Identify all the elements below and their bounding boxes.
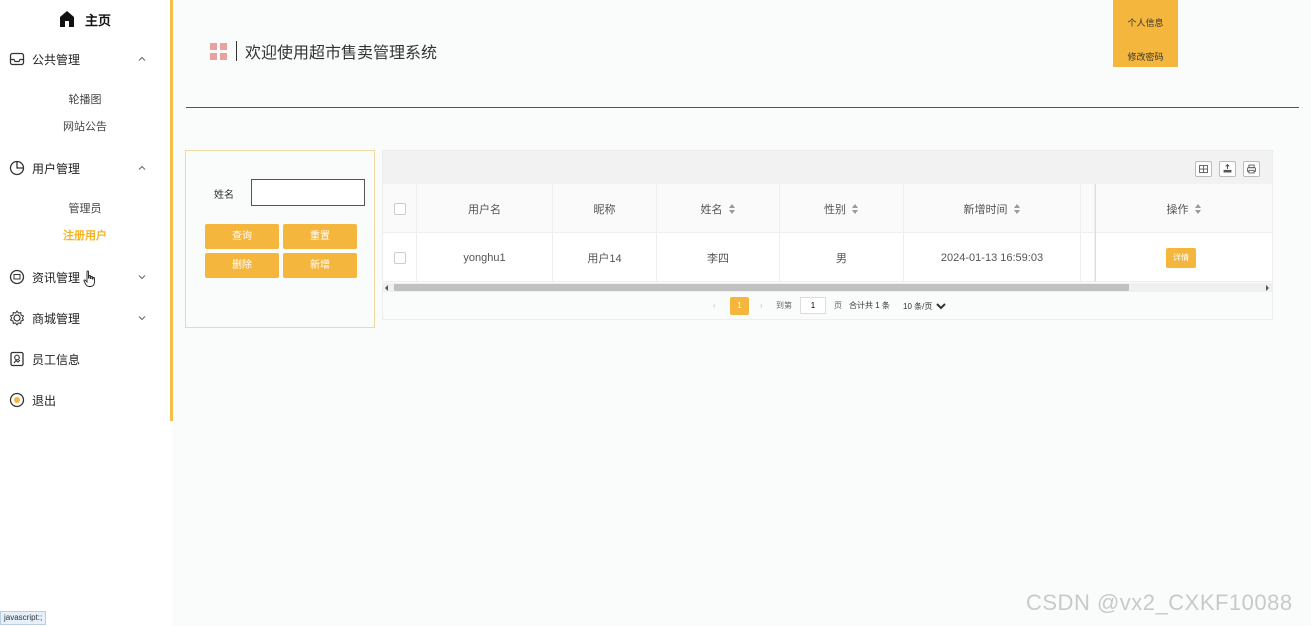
profile-button[interactable]: 个人信息 <box>1113 16 1178 29</box>
chevron-up-icon <box>138 56 146 61</box>
grid-icon <box>210 42 227 60</box>
sidebar: 主页 公共管理 轮播图 网站公告 用户管理 管理员 注册用户 资讯管理 商城管理… <box>0 0 173 421</box>
cell-actions: 详情 <box>1095 233 1272 282</box>
sort-icon[interactable] <box>1194 203 1202 214</box>
column-header-nickname: 昵称 <box>553 184 657 233</box>
badge-icon <box>10 351 24 367</box>
goto-label: 到第 <box>776 301 792 310</box>
sidebar-item-carousel[interactable]: 轮播图 <box>0 91 170 107</box>
hand-cursor-icon <box>83 270 95 287</box>
chevron-up-icon <box>138 165 146 170</box>
page-suffix: 页 <box>834 301 842 310</box>
cell-nickname: 用户14 <box>553 233 657 282</box>
menu-group-label: 资讯管理 <box>32 270 81 285</box>
menu-group-label: 退出 <box>32 393 57 408</box>
column-header-gender[interactable]: 性别 <box>780 184 904 233</box>
prev-page-icon[interactable]: ‹ <box>713 297 716 315</box>
home-link[interactable]: 主页 <box>0 0 170 38</box>
menu-group-public[interactable]: 公共管理 <box>0 49 170 69</box>
column-header-actions[interactable]: 操作 <box>1095 184 1272 233</box>
user-menu: 个人信息 修改密码 <box>1113 0 1178 67</box>
sidebar-item-registered-users[interactable]: 注册用户 <box>0 227 170 243</box>
menu-group-label: 商城管理 <box>32 311 81 326</box>
page-title: 欢迎使用超市售卖管理系统 <box>245 45 438 62</box>
home-label: 主页 <box>84 12 111 28</box>
menu-group-mall[interactable]: 商城管理 <box>0 308 170 328</box>
table-header: 用户名 昵称 姓名 性别 新增时间 操作 <box>383 184 1272 233</box>
row-select-cell <box>383 233 417 282</box>
scroll-left-icon[interactable] <box>385 285 388 291</box>
sort-icon[interactable] <box>1013 203 1021 214</box>
header-divider <box>186 107 1299 108</box>
column-label: 昵称 <box>593 203 616 216</box>
page-size-select[interactable]: 10 条/页 <box>899 297 949 315</box>
total-count: 合计共 1 条 <box>849 301 890 310</box>
column-header-created[interactable]: 新增时间 <box>904 184 1081 233</box>
title-separator <box>236 41 237 61</box>
watermark: CSDN @vx2_CXKF10088 <box>1026 590 1293 615</box>
menu-group-label: 公共管理 <box>32 52 81 67</box>
power-icon <box>9 392 25 408</box>
sort-icon[interactable] <box>728 203 736 214</box>
scrollbar-thumb[interactable] <box>394 284 1129 291</box>
column-header-username: 用户名 <box>417 184 553 233</box>
delete-button[interactable]: 删除 <box>205 253 279 278</box>
name-search-input[interactable] <box>251 179 365 206</box>
menu-group-logout[interactable]: 退出 <box>0 390 170 410</box>
detail-button[interactable]: 详情 <box>1166 247 1196 268</box>
column-label: 操作 <box>1166 203 1189 216</box>
name-field-label: 姓名 <box>214 190 234 201</box>
scroll-right-icon[interactable] <box>1266 285 1269 291</box>
cell-created: 2024-01-13 16:59:03 <box>904 233 1081 282</box>
menu-group-label: 员工信息 <box>32 352 81 367</box>
column-label: 姓名 <box>700 203 723 216</box>
columns-icon[interactable] <box>1195 161 1212 177</box>
query-button[interactable]: 查询 <box>205 224 279 249</box>
message-icon <box>9 269 25 285</box>
cell-gender: 男 <box>780 233 904 282</box>
change-password-button[interactable]: 修改密码 <box>1113 50 1178 63</box>
column-label: 性别 <box>824 203 846 216</box>
select-all-checkbox[interactable] <box>393 202 406 215</box>
row-checkbox[interactable] <box>393 251 406 264</box>
home-icon <box>59 11 74 27</box>
column-label: 用户名 <box>468 203 501 216</box>
current-page[interactable]: 1 <box>730 297 749 315</box>
pie-chart-icon <box>9 160 25 176</box>
add-button[interactable]: 新增 <box>283 253 357 278</box>
chevron-down-icon <box>138 275 146 280</box>
menu-group-staff[interactable]: 员工信息 <box>0 349 170 369</box>
print-icon[interactable] <box>1243 161 1260 177</box>
menu-group-label: 用户管理 <box>32 161 81 176</box>
main-content: 欢迎使用超市售卖管理系统 个人信息 修改密码 姓名 查询 重置 删除 新增 用户… <box>173 0 1311 626</box>
cell-spacer <box>1081 233 1095 282</box>
goto-page-input[interactable] <box>800 297 826 314</box>
export-icon[interactable] <box>1219 161 1236 177</box>
search-panel: 姓名 查询 重置 删除 新增 <box>185 150 375 328</box>
next-page-icon[interactable]: › <box>760 297 763 315</box>
table-row: yonghu1 用户14 李四 男 2024-01-13 16:59:03 详情 <box>383 233 1272 282</box>
cell-username: yonghu1 <box>417 233 553 282</box>
chevron-down-icon <box>138 316 146 321</box>
cell-name: 李四 <box>657 233 780 282</box>
sidebar-item-announcement[interactable]: 网站公告 <box>0 118 170 134</box>
data-table-panel: 用户名 昵称 姓名 性别 新增时间 操作 yonghu1 用户14 李四 男 2… <box>382 150 1273 320</box>
gear-icon <box>9 310 25 326</box>
horizontal-scrollbar[interactable] <box>383 283 1272 292</box>
column-header-name[interactable]: 姓名 <box>657 184 780 233</box>
menu-group-users[interactable]: 用户管理 <box>0 158 170 178</box>
sidebar-item-admin[interactable]: 管理员 <box>0 200 170 216</box>
select-all-cell <box>383 184 417 233</box>
table-toolbar <box>383 151 1272 184</box>
inbox-icon <box>9 52 25 66</box>
column-spacer <box>1081 184 1095 233</box>
page-header: 欢迎使用超市售卖管理系统 <box>210 40 437 62</box>
sidebar-filler <box>0 421 173 626</box>
reset-button[interactable]: 重置 <box>283 224 357 249</box>
sort-icon[interactable] <box>852 203 859 214</box>
pagination: ‹ 1 › 到第 页 合计共 1 条 10 条/页 <box>383 297 1272 317</box>
column-label: 新增时间 <box>963 203 1008 216</box>
status-bar-url: javascript:; <box>0 611 47 625</box>
